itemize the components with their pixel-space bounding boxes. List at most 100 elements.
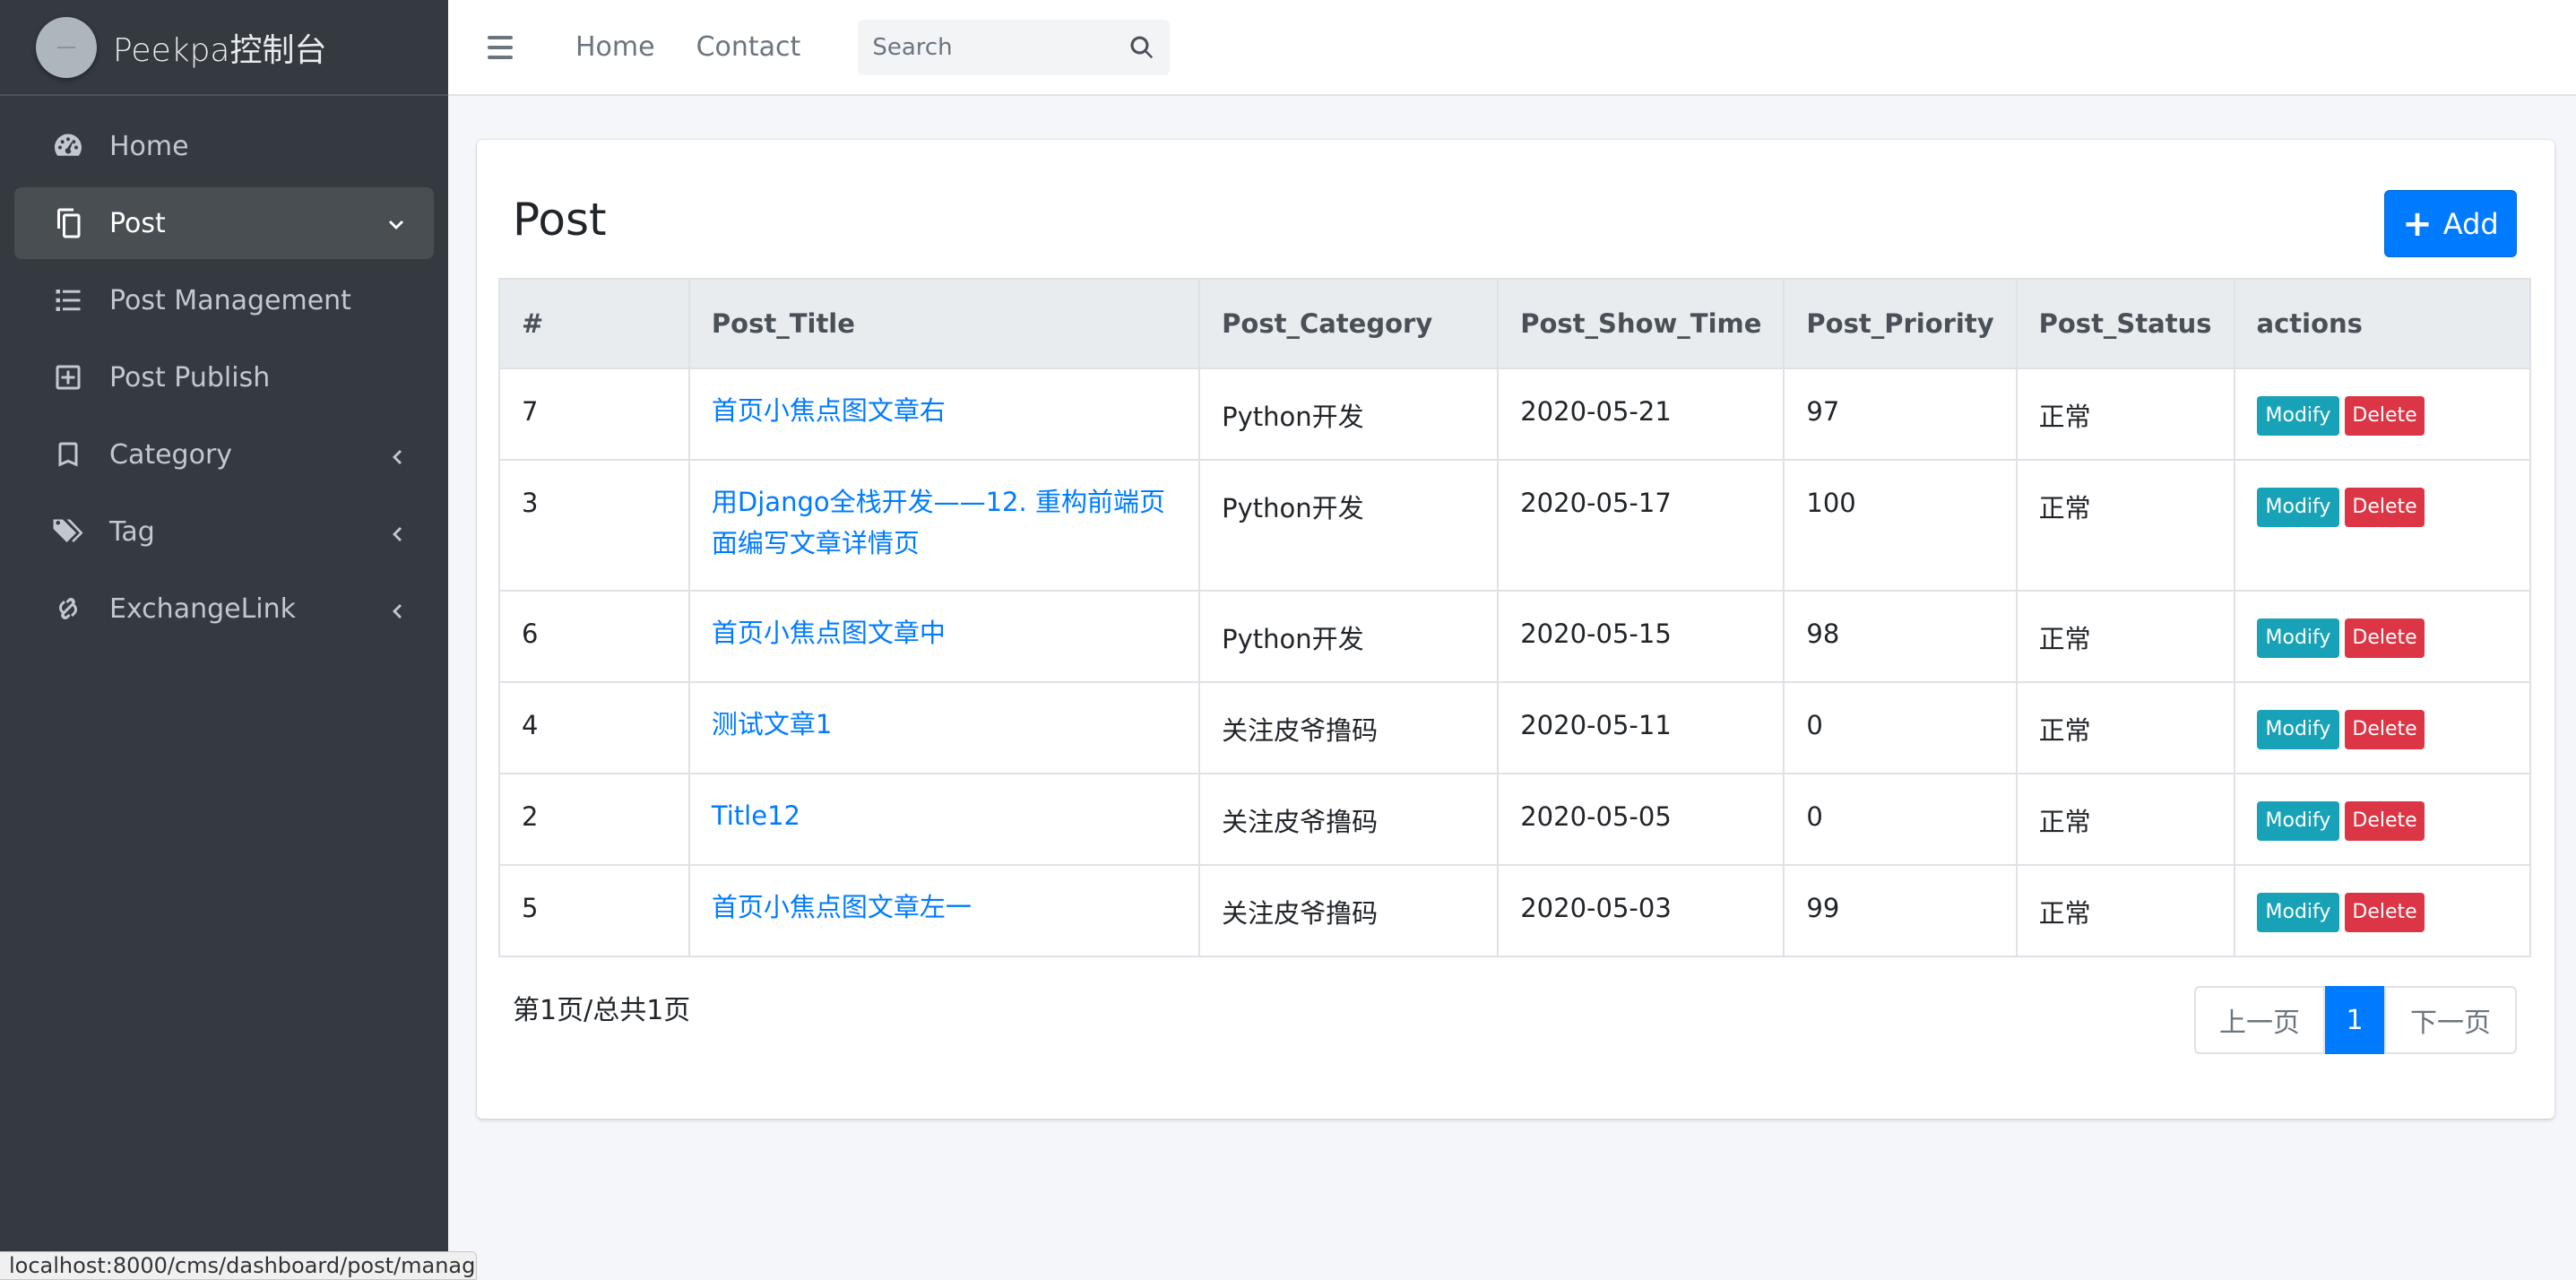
chevron-left-icon	[385, 521, 407, 542]
cell-show-time: 2020-05-03	[1497, 864, 1785, 957]
add-button-label: Add	[2442, 206, 2499, 241]
cell-category: Python开发	[1198, 590, 1500, 683]
sidebar-item-label: Post Publish	[109, 361, 271, 394]
nav-link-home[interactable]: Home	[575, 31, 655, 63]
chevron-left-icon	[385, 598, 407, 619]
cell-priority: 100	[1783, 459, 2018, 592]
plus-icon: +	[2402, 203, 2433, 245]
bookmark-icon	[50, 437, 86, 472]
cell-category: 关注皮爷撸码	[1198, 773, 1500, 866]
chevron-down-icon	[385, 212, 407, 234]
post-table: # Post_Title Post_Category Post_Show_Tim…	[498, 278, 2532, 957]
cell-priority: 99	[1783, 864, 2018, 957]
search-box	[858, 19, 1171, 75]
cell-priority: 0	[1783, 773, 2018, 866]
page-1-button[interactable]: 1	[2325, 986, 2384, 1054]
page-title: Post	[513, 194, 607, 246]
page-info: 第1页/总共1页	[513, 995, 691, 1026]
brand-name: Peekpa控制台	[113, 31, 327, 69]
cell-category: Python开发	[1198, 459, 1500, 592]
search-input[interactable]	[872, 33, 1106, 61]
cell-status: 正常	[2015, 590, 2235, 683]
post-title-link[interactable]: 用Django全栈开发——12. 重构前端页面编写文章详情页	[712, 481, 1177, 564]
top-navbar: Home Contact	[448, 0, 2576, 96]
sidebar-item-label: ExchangeLink	[109, 592, 297, 625]
table-row: 2 Title12 关注皮爷撸码 2020-05-05 0 正常 Modify D…	[498, 773, 2532, 866]
sidebar: Peekpa控制台 Home Post Post Management Post…	[0, 0, 448, 1280]
cell-status: 正常	[2015, 368, 2235, 461]
sidebar-item-label: Home	[109, 130, 189, 162]
delete-button[interactable]: Delete	[2345, 618, 2425, 658]
cell-status: 正常	[2015, 459, 2235, 592]
nav-link-contact[interactable]: Contact	[696, 31, 801, 63]
delete-button[interactable]: Delete	[2345, 710, 2425, 749]
chevron-left-icon	[385, 444, 407, 465]
cell-priority: 98	[1783, 590, 2018, 683]
column-header-actions: actions	[2233, 278, 2532, 369]
post-title-link[interactable]: 首页小焦点图文章右	[712, 390, 1177, 431]
delete-button[interactable]: Delete	[2345, 801, 2425, 841]
modify-button[interactable]: Modify	[2256, 488, 2340, 527]
cell-status: 正常	[2015, 681, 2235, 774]
sidebar-item-post-publish[interactable]: Post Publish	[14, 342, 434, 413]
cell-id: 4	[498, 681, 690, 774]
sidebar-item-post-management[interactable]: Post Management	[14, 264, 434, 336]
table-row: 6 首页小焦点图文章中 Python开发 2020-05-15 98 正常 Mo…	[498, 590, 2532, 683]
column-header-id: #	[498, 278, 690, 369]
modify-button[interactable]: Modify	[2256, 893, 2340, 932]
brand[interactable]: Peekpa控制台	[0, 0, 448, 96]
cell-show-time: 2020-05-21	[1497, 368, 1785, 461]
sidebar-item-exchangelink[interactable]: ExchangeLink	[14, 573, 434, 644]
brand-logo	[36, 16, 97, 78]
plus-square-icon	[50, 359, 86, 395]
add-post-button[interactable]: + Add	[2384, 190, 2517, 257]
cell-category: 关注皮爷撸码	[1198, 864, 1500, 957]
cell-priority: 97	[1783, 368, 2018, 461]
modify-button[interactable]: Modify	[2256, 710, 2340, 749]
cell-category: 关注皮爷撸码	[1198, 681, 1500, 774]
table-header-row: # Post_Title Post_Category Post_Show_Tim…	[498, 278, 2532, 369]
prev-page-button[interactable]: 上一页	[2194, 986, 2325, 1054]
table-row: 3 用Django全栈开发——12. 重构前端页面编写文章详情页 Python开…	[498, 459, 2532, 592]
modify-button[interactable]: Modify	[2256, 618, 2340, 658]
search-icon[interactable]	[1128, 34, 1155, 61]
cell-show-time: 2020-05-11	[1497, 681, 1785, 774]
cell-status: 正常	[2015, 864, 2235, 957]
post-title-link[interactable]: 首页小焦点图文章中	[712, 612, 1177, 653]
next-page-button[interactable]: 下一页	[2384, 986, 2517, 1054]
cell-priority: 0	[1783, 681, 2018, 774]
delete-button[interactable]: Delete	[2345, 488, 2425, 527]
column-header-category: Post_Category	[1198, 278, 1500, 369]
cell-id: 2	[498, 773, 690, 866]
table-row: 7 首页小焦点图文章右 Python开发 2020-05-21 97 正常 Mo…	[498, 368, 2532, 461]
sidebar-item-label: Post Management	[109, 284, 351, 316]
delete-button[interactable]: Delete	[2345, 396, 2425, 436]
sidebar-item-post[interactable]: Post	[14, 187, 434, 259]
post-title-link[interactable]: 首页小焦点图文章左一	[712, 886, 1177, 928]
column-header-status: Post_Status	[2015, 278, 2235, 369]
list-icon	[50, 282, 86, 318]
sidebar-item-tag[interactable]: Tag	[14, 496, 434, 567]
modify-button[interactable]: Modify	[2256, 801, 2340, 841]
sidebar-item-home[interactable]: Home	[14, 110, 434, 182]
cell-id: 7	[498, 368, 690, 461]
delete-button[interactable]: Delete	[2345, 893, 2425, 932]
sidebar-item-category[interactable]: Category	[14, 419, 434, 490]
status-bar-url: localhost:8000/cms/dashboard/post/manage	[0, 1251, 477, 1280]
cell-status: 正常	[2015, 773, 2235, 866]
column-header-show-time: Post_Show_Time	[1497, 278, 1785, 369]
column-header-priority: Post_Priority	[1783, 278, 2018, 369]
cell-show-time: 2020-05-15	[1497, 590, 1785, 683]
pagination: 上一页 1 下一页	[2194, 986, 2517, 1054]
post-title-link[interactable]: Title12	[712, 795, 1177, 836]
modify-button[interactable]: Modify	[2256, 396, 2340, 436]
cell-id: 5	[498, 864, 690, 957]
cell-id: 6	[498, 590, 690, 683]
hamburger-menu-icon[interactable]	[488, 30, 523, 65]
sidebar-item-label: Post	[109, 207, 166, 239]
column-header-title: Post_Title	[687, 278, 1201, 369]
cell-id: 3	[498, 459, 690, 592]
copy-icon	[50, 205, 86, 241]
post-title-link[interactable]: 测试文章1	[712, 704, 1177, 745]
cell-show-time: 2020-05-17	[1497, 459, 1785, 592]
